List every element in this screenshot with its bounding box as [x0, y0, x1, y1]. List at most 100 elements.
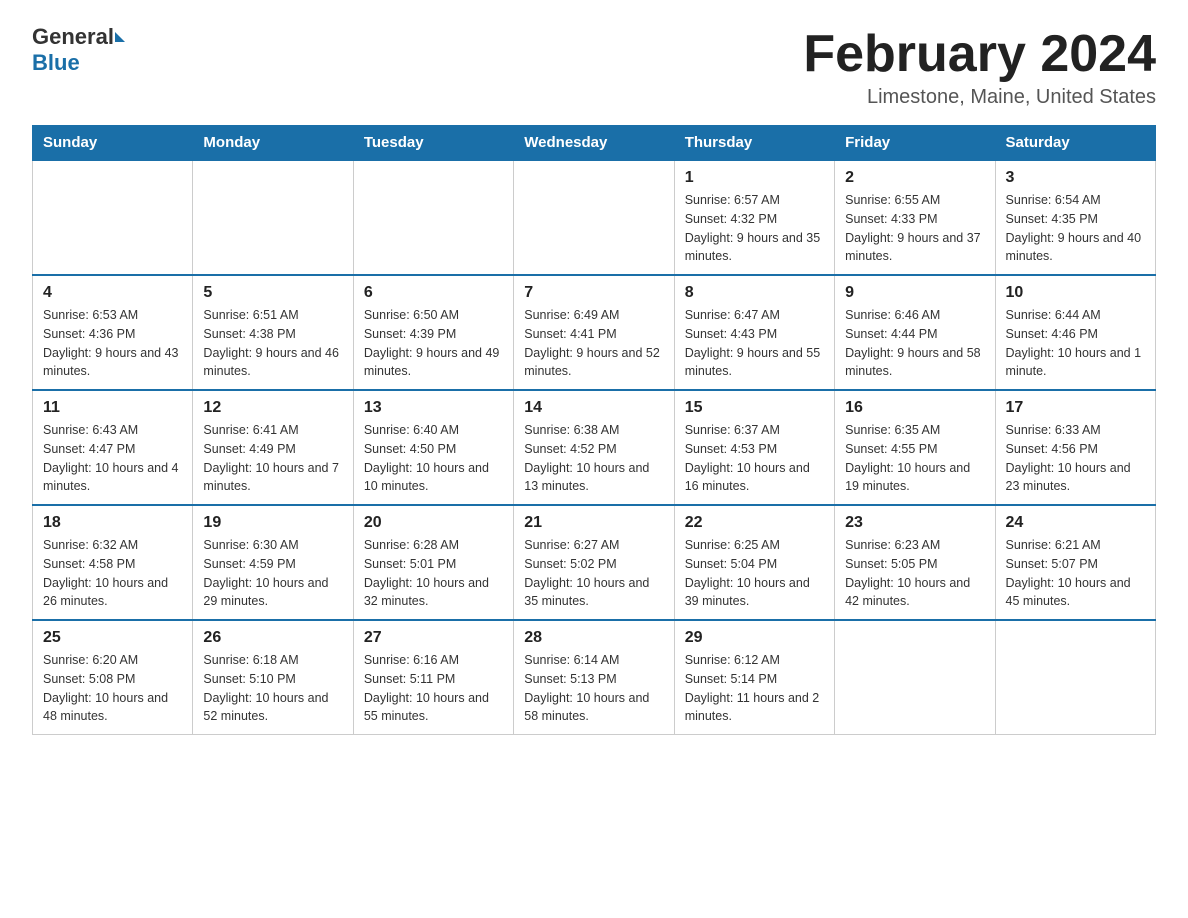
day-number: 24 — [1006, 514, 1145, 532]
calendar-cell: 11 Sunrise: 6:43 AM Sunset: 4:47 PM Dayli… — [33, 390, 193, 505]
day-info: Sunrise: 6:27 AM Sunset: 5:02 PM Dayligh… — [524, 536, 663, 611]
day-number: 4 — [43, 284, 182, 302]
logo-blue-text: Blue — [32, 50, 80, 75]
day-info: Sunrise: 6:28 AM Sunset: 5:01 PM Dayligh… — [364, 536, 503, 611]
calendar-cell — [835, 620, 995, 735]
week-row-2: 4 Sunrise: 6:53 AM Sunset: 4:36 PM Daylig… — [33, 275, 1156, 390]
day-info: Sunrise: 6:57 AM Sunset: 4:32 PM Dayligh… — [685, 191, 824, 266]
day-number: 5 — [203, 284, 342, 302]
week-row-4: 18 Sunrise: 6:32 AM Sunset: 4:58 PM Dayli… — [33, 505, 1156, 620]
calendar-cell: 14 Sunrise: 6:38 AM Sunset: 4:52 PM Dayli… — [514, 390, 674, 505]
month-title: February 2024 — [803, 24, 1156, 84]
week-row-1: 1Sunrise: 6:57 AM Sunset: 4:32 PM Daylig… — [33, 160, 1156, 275]
calendar-cell: 27Sunrise: 6:16 AM Sunset: 5:11 PM Dayli… — [353, 620, 513, 735]
day-info: Sunrise: 6:23 AM Sunset: 5:05 PM Dayligh… — [845, 536, 984, 611]
calendar-cell: 9 Sunrise: 6:46 AM Sunset: 4:44 PM Daylig… — [835, 275, 995, 390]
day-info: Sunrise: 6:51 AM Sunset: 4:38 PM Dayligh… — [203, 306, 342, 381]
calendar-table: SundayMondayTuesdayWednesdayThursdayFrid… — [32, 125, 1156, 735]
calendar-cell: 5 Sunrise: 6:51 AM Sunset: 4:38 PM Daylig… — [193, 275, 353, 390]
day-info: Sunrise: 6:37 AM Sunset: 4:53 PM Dayligh… — [685, 421, 824, 496]
day-number: 15 — [685, 399, 824, 417]
day-info: Sunrise: 6:53 AM Sunset: 4:36 PM Dayligh… — [43, 306, 182, 381]
title-block: February 2024 Limestone, Maine, United S… — [803, 24, 1156, 109]
day-info: Sunrise: 6:25 AM Sunset: 5:04 PM Dayligh… — [685, 536, 824, 611]
day-info: Sunrise: 6:20 AM Sunset: 5:08 PM Dayligh… — [43, 651, 182, 726]
calendar-cell — [193, 160, 353, 275]
week-row-3: 11 Sunrise: 6:43 AM Sunset: 4:47 PM Dayli… — [33, 390, 1156, 505]
day-info: Sunrise: 6:43 AM Sunset: 4:47 PM Dayligh… — [43, 421, 182, 496]
day-info: Sunrise: 6:41 AM Sunset: 4:49 PM Dayligh… — [203, 421, 342, 496]
week-row-5: 25 Sunrise: 6:20 AM Sunset: 5:08 PM Dayli… — [33, 620, 1156, 735]
location-subtitle: Limestone, Maine, United States — [803, 86, 1156, 109]
day-info: Sunrise: 6:18 AM Sunset: 5:10 PM Dayligh… — [203, 651, 342, 726]
day-number: 28 — [524, 629, 663, 647]
day-info: Sunrise: 6:50 AM Sunset: 4:39 PM Dayligh… — [364, 306, 503, 381]
day-number: 23 — [845, 514, 984, 532]
day-info: Sunrise: 6:49 AM Sunset: 4:41 PM Dayligh… — [524, 306, 663, 381]
day-info: Sunrise: 6:54 AM Sunset: 4:35 PM Dayligh… — [1006, 191, 1145, 266]
day-number: 10 — [1006, 284, 1145, 302]
calendar-cell: 24Sunrise: 6:21 AM Sunset: 5:07 PM Dayli… — [995, 505, 1155, 620]
calendar-cell: 10 Sunrise: 6:44 AM Sunset: 4:46 PM Dayli… — [995, 275, 1155, 390]
calendar-cell: 6 Sunrise: 6:50 AM Sunset: 4:39 PM Daylig… — [353, 275, 513, 390]
calendar-cell: 16Sunrise: 6:35 AM Sunset: 4:55 PM Dayli… — [835, 390, 995, 505]
day-info: Sunrise: 6:46 AM Sunset: 4:44 PM Dayligh… — [845, 306, 984, 381]
calendar-cell — [33, 160, 193, 275]
calendar-cell: 19 Sunrise: 6:30 AM Sunset: 4:59 PM Dayli… — [193, 505, 353, 620]
calendar-header-thursday: Thursday — [674, 126, 834, 161]
day-number: 9 — [845, 284, 984, 302]
calendar-cell: 15 Sunrise: 6:37 AM Sunset: 4:53 PM Dayli… — [674, 390, 834, 505]
day-number: 20 — [364, 514, 503, 532]
day-number: 6 — [364, 284, 503, 302]
calendar-header-monday: Monday — [193, 126, 353, 161]
day-info: Sunrise: 6:38 AM Sunset: 4:52 PM Dayligh… — [524, 421, 663, 496]
day-number: 22 — [685, 514, 824, 532]
day-number: 2 — [845, 169, 984, 187]
calendar-cell: 28Sunrise: 6:14 AM Sunset: 5:13 PM Dayli… — [514, 620, 674, 735]
day-number: 21 — [524, 514, 663, 532]
calendar-cell: 7 Sunrise: 6:49 AM Sunset: 4:41 PM Daylig… — [514, 275, 674, 390]
day-info: Sunrise: 6:12 AM Sunset: 5:14 PM Dayligh… — [685, 651, 824, 726]
day-info: Sunrise: 6:32 AM Sunset: 4:58 PM Dayligh… — [43, 536, 182, 611]
day-number: 16 — [845, 399, 984, 417]
calendar-cell: 21 Sunrise: 6:27 AM Sunset: 5:02 PM Dayli… — [514, 505, 674, 620]
day-number: 18 — [43, 514, 182, 532]
calendar-header-wednesday: Wednesday — [514, 126, 674, 161]
calendar-cell: 4 Sunrise: 6:53 AM Sunset: 4:36 PM Daylig… — [33, 275, 193, 390]
day-number: 12 — [203, 399, 342, 417]
day-number: 29 — [685, 629, 824, 647]
day-info: Sunrise: 6:33 AM Sunset: 4:56 PM Dayligh… — [1006, 421, 1145, 496]
day-info: Sunrise: 6:55 AM Sunset: 4:33 PM Dayligh… — [845, 191, 984, 266]
logo-arrow-icon — [115, 32, 125, 42]
calendar-header-sunday: Sunday — [33, 126, 193, 161]
calendar-cell: 12 Sunrise: 6:41 AM Sunset: 4:49 PM Dayli… — [193, 390, 353, 505]
day-number: 3 — [1006, 169, 1145, 187]
day-info: Sunrise: 6:44 AM Sunset: 4:46 PM Dayligh… — [1006, 306, 1145, 381]
calendar-header-tuesday: Tuesday — [353, 126, 513, 161]
calendar-cell — [995, 620, 1155, 735]
calendar-cell: 20 Sunrise: 6:28 AM Sunset: 5:01 PM Dayli… — [353, 505, 513, 620]
day-number: 25 — [43, 629, 182, 647]
day-number: 17 — [1006, 399, 1145, 417]
calendar-cell: 1Sunrise: 6:57 AM Sunset: 4:32 PM Daylig… — [674, 160, 834, 275]
page-header: General Blue February 2024 Limestone, Ma… — [32, 24, 1156, 109]
calendar-cell: 23 Sunrise: 6:23 AM Sunset: 5:05 PM Dayli… — [835, 505, 995, 620]
day-info: Sunrise: 6:30 AM Sunset: 4:59 PM Dayligh… — [203, 536, 342, 611]
calendar-header-saturday: Saturday — [995, 126, 1155, 161]
day-info: Sunrise: 6:16 AM Sunset: 5:11 PM Dayligh… — [364, 651, 503, 726]
day-info: Sunrise: 6:47 AM Sunset: 4:43 PM Dayligh… — [685, 306, 824, 381]
calendar-cell: 18 Sunrise: 6:32 AM Sunset: 4:58 PM Dayli… — [33, 505, 193, 620]
calendar-cell: 29 Sunrise: 6:12 AM Sunset: 5:14 PM Dayli… — [674, 620, 834, 735]
day-number: 7 — [524, 284, 663, 302]
calendar-cell — [514, 160, 674, 275]
logo-general-text: General — [32, 24, 114, 50]
day-number: 8 — [685, 284, 824, 302]
calendar-cell: 25 Sunrise: 6:20 AM Sunset: 5:08 PM Dayli… — [33, 620, 193, 735]
day-number: 19 — [203, 514, 342, 532]
calendar-cell: 13Sunrise: 6:40 AM Sunset: 4:50 PM Dayli… — [353, 390, 513, 505]
calendar-header-row: SundayMondayTuesdayWednesdayThursdayFrid… — [33, 126, 1156, 161]
calendar-cell: 8 Sunrise: 6:47 AM Sunset: 4:43 PM Daylig… — [674, 275, 834, 390]
day-number: 11 — [43, 399, 182, 417]
day-number: 14 — [524, 399, 663, 417]
calendar-cell: 3 Sunrise: 6:54 AM Sunset: 4:35 PM Daylig… — [995, 160, 1155, 275]
